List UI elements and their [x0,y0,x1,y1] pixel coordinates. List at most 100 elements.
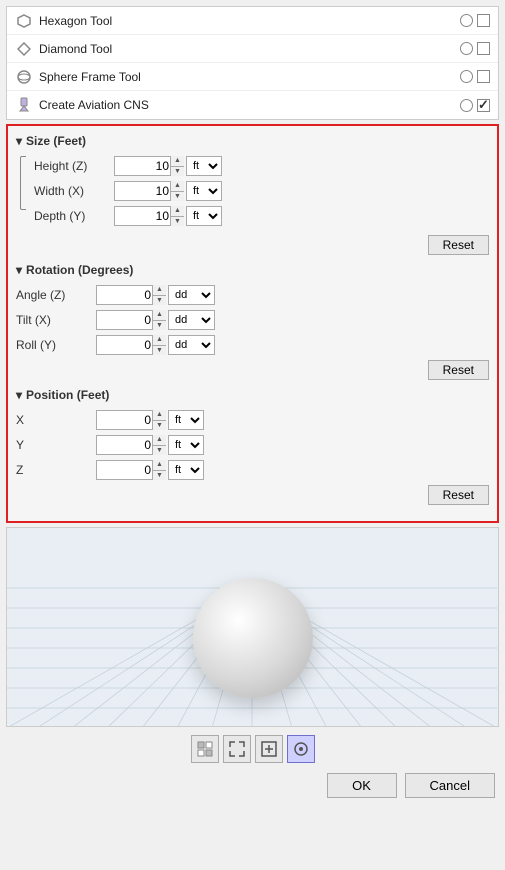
height-spin-up[interactable]: ▲ [171,156,184,167]
roll-unit-select[interactable]: dddms [168,335,215,355]
diamond-icon [15,40,33,58]
tool-item-sphere-frame[interactable]: Sphere Frame Tool [7,63,498,91]
width-spin-up[interactable]: ▲ [171,181,184,192]
size-reset-row: Reset [16,235,489,255]
rotation-reset-button[interactable]: Reset [428,360,489,380]
angle-spin-up[interactable]: ▲ [153,285,166,296]
angle-control: ▲ ▼ dddms [96,285,489,305]
tool-item-diamond[interactable]: Diamond Tool [7,35,498,63]
preview-grid-button[interactable] [191,735,219,763]
pos-x-spinner-btns: ▲ ▼ [152,410,166,430]
size-arrow-icon: ▾ [16,134,22,148]
angle-spinner: ▲ ▼ [96,285,166,305]
tilt-label: Tilt (X) [16,313,96,327]
tool-list: Hexagon Tool Diamond Tool Sphere Frame T… [6,6,499,120]
sphere-preview [193,578,313,698]
depth-spin-up[interactable]: ▲ [171,206,184,217]
depth-spin-down[interactable]: ▼ [171,217,184,227]
roll-spin-down[interactable]: ▼ [153,346,166,356]
hexagon-checkbox[interactable] [477,14,490,27]
aviation-cns-icon [15,96,33,114]
angle-spin-down[interactable]: ▼ [153,296,166,306]
tilt-unit-select[interactable]: dddms [168,310,215,330]
width-spinner-btns: ▲ ▼ [170,181,184,201]
size-section-title: Size (Feet) [26,134,86,148]
height-control: ▲ ▼ ftm [114,156,489,176]
pos-z-control: ▲ ▼ ftm [96,460,489,480]
pos-z-label: Z [16,463,96,477]
pos-y-spin-up[interactable]: ▲ [153,435,166,446]
aviation-cns-checkbox[interactable] [477,99,490,112]
size-reset-button[interactable]: Reset [428,235,489,255]
depth-unit-select[interactable]: ftm [186,206,222,226]
rotation-arrow-icon: ▾ [16,263,22,277]
width-control: ▲ ▼ ftm [114,181,489,201]
position-arrow-icon: ▾ [16,388,22,402]
size-link-bracket [20,156,26,210]
pos-y-spinner-btns: ▲ ▼ [152,435,166,455]
tilt-control: ▲ ▼ dddms [96,310,489,330]
height-unit-select[interactable]: ftm [186,156,222,176]
preview-sphere-button[interactable] [287,735,315,763]
pos-y-control: ▲ ▼ ftm [96,435,489,455]
preview-zoom-button[interactable] [255,735,283,763]
preview-area [6,527,499,727]
depth-row: Depth (Y) ▲ ▼ ftm [34,206,489,226]
height-spin-down[interactable]: ▼ [171,167,184,177]
aviation-cns-label: Create Aviation CNS [39,98,460,112]
hexagon-label: Hexagon Tool [39,14,460,28]
tilt-spin-down[interactable]: ▼ [153,321,166,331]
sphere-frame-checkbox[interactable] [477,70,490,83]
cancel-button[interactable]: Cancel [405,773,495,798]
pos-x-unit-select[interactable]: ftm [168,410,204,430]
width-unit-select[interactable]: ftm [186,181,222,201]
depth-spinner: ▲ ▼ [114,206,184,226]
size-section-header: ▾ Size (Feet) [16,134,489,148]
pos-y-spin-down[interactable]: ▼ [153,446,166,456]
preview-fit-button[interactable] [223,735,251,763]
tool-item-hexagon[interactable]: Hexagon Tool [7,7,498,35]
diamond-checkbox[interactable] [477,42,490,55]
pos-x-row: X ▲ ▼ ftm [16,410,489,430]
aviation-cns-radio[interactable] [460,99,473,112]
height-row: Height (Z) ▲ ▼ ftm [34,156,489,176]
pos-z-row: Z ▲ ▼ ftm [16,460,489,480]
roll-control: ▲ ▼ dddms [96,335,489,355]
main-container: Hexagon Tool Diamond Tool Sphere Frame T… [0,0,505,870]
pos-z-spin-down[interactable]: ▼ [153,471,166,481]
rotation-section-header: ▾ Rotation (Degrees) [16,263,489,277]
width-spin-down[interactable]: ▼ [171,192,184,202]
position-section-title: Position (Feet) [26,388,109,402]
position-reset-row: Reset [16,485,489,505]
pos-z-spinner-btns: ▲ ▼ [152,460,166,480]
hexagon-icon [15,12,33,30]
tilt-spin-up[interactable]: ▲ [153,310,166,321]
properties-panel: ▾ Size (Feet) Height (Z) ▲ ▼ [6,124,499,523]
preview-toolbar [6,731,499,767]
pos-x-control: ▲ ▼ ftm [96,410,489,430]
angle-spinner-btns: ▲ ▼ [152,285,166,305]
ok-button[interactable]: OK [327,773,397,798]
pos-y-spinner: ▲ ▼ [96,435,166,455]
pos-z-spin-up[interactable]: ▲ [153,460,166,471]
pos-x-spin-up[interactable]: ▲ [153,410,166,421]
diamond-controls [460,42,490,55]
size-fields-wrap: Height (Z) ▲ ▼ ftm [16,156,489,231]
rotation-section-title: Rotation (Degrees) [26,263,133,277]
position-reset-button[interactable]: Reset [428,485,489,505]
tilt-row: Tilt (X) ▲ ▼ dddms [16,310,489,330]
width-row: Width (X) ▲ ▼ ftm [34,181,489,201]
pos-x-spin-down[interactable]: ▼ [153,421,166,431]
angle-unit-select[interactable]: dddms [168,285,215,305]
pos-y-unit-select[interactable]: ftm [168,435,204,455]
diamond-radio[interactable] [460,42,473,55]
sphere-frame-radio[interactable] [460,70,473,83]
pos-z-unit-select[interactable]: ftm [168,460,204,480]
height-label: Height (Z) [34,159,114,173]
tool-item-aviation-cns[interactable]: Create Aviation CNS [7,91,498,119]
roll-spin-up[interactable]: ▲ [153,335,166,346]
tilt-spinner: ▲ ▼ [96,310,166,330]
hexagon-radio[interactable] [460,14,473,27]
diamond-label: Diamond Tool [39,42,460,56]
depth-control: ▲ ▼ ftm [114,206,489,226]
